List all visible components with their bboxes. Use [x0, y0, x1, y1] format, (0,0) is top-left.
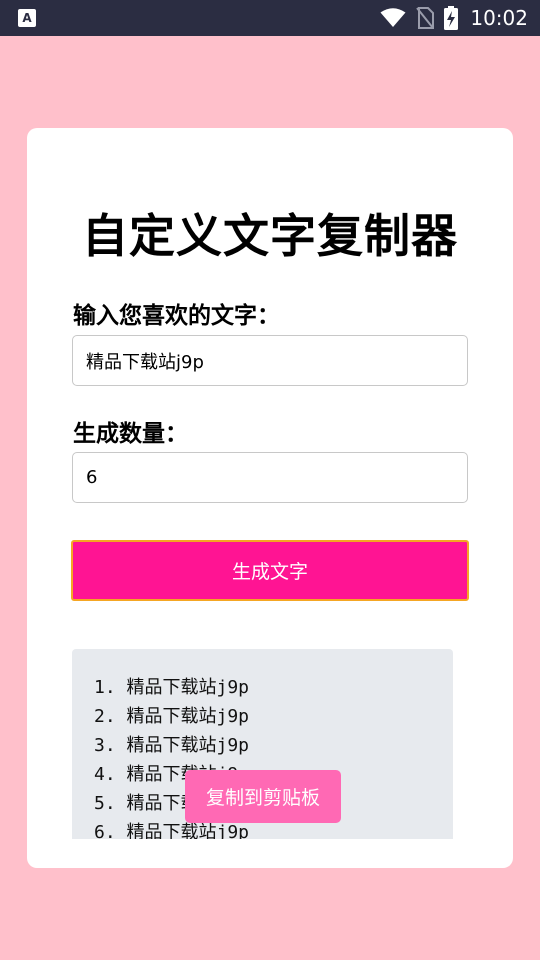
battery-charging-icon [444, 6, 459, 30]
status-bar: A 10:02 [0, 0, 540, 36]
generate-button[interactable]: 生成文字 [71, 540, 469, 601]
text-input-label: 输入您喜欢的文字： [73, 303, 280, 329]
output-line: 3. 精品下载站j9p [94, 735, 250, 756]
output-line: 2. 精品下载站j9p [94, 706, 250, 727]
output-line: 1. 精品下载站j9p [94, 677, 250, 698]
wifi-icon [380, 8, 406, 27]
text-input[interactable] [72, 335, 468, 386]
count-input[interactable] [72, 452, 468, 503]
page-title: 自定义文字复制器 [82, 209, 458, 263]
main-card: 自定义文字复制器 输入您喜欢的文字： 生成数量： 生成文字 1. 精品下载站j9… [27, 128, 513, 868]
copy-to-clipboard-button[interactable]: 复制到剪贴板 [185, 770, 341, 823]
status-right: 10:02 [380, 6, 528, 30]
status-time: 10:02 [470, 6, 528, 30]
app-notification-icon: A [18, 9, 36, 27]
count-input-label: 生成数量： [73, 421, 188, 447]
status-left: A [18, 9, 36, 27]
no-sim-icon [416, 7, 435, 29]
